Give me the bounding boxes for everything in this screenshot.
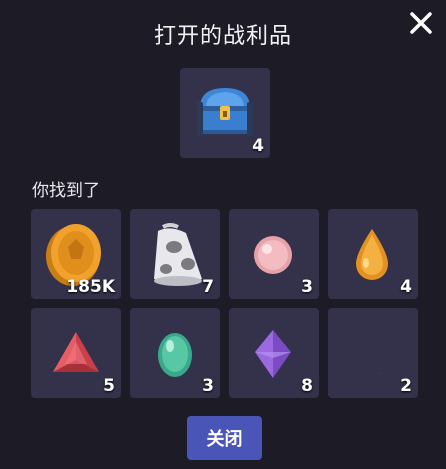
- loot-item[interactable]: 3: [229, 209, 319, 299]
- close-button[interactable]: 关闭: [187, 416, 262, 460]
- page-title: 打开的战利品: [153, 24, 292, 49]
- loot-grid: 185K 7 3 4 5 3 8 2: [31, 209, 418, 398]
- loot-item[interactable]: 3: [130, 308, 220, 398]
- loot-item[interactable]: 4: [328, 209, 418, 299]
- chest-count: 4: [252, 136, 264, 156]
- loot-item[interactable]: 5: [31, 308, 121, 398]
- close-icon[interactable]: [406, 8, 436, 38]
- loot-item[interactable]: 2: [328, 308, 418, 398]
- loot-item[interactable]: 8: [229, 308, 319, 398]
- loot-item[interactable]: 7: [130, 209, 220, 299]
- found-label: 你找到了: [32, 181, 100, 201]
- chest-slot: 4: [180, 68, 270, 158]
- loot-item[interactable]: 185K: [31, 209, 121, 299]
